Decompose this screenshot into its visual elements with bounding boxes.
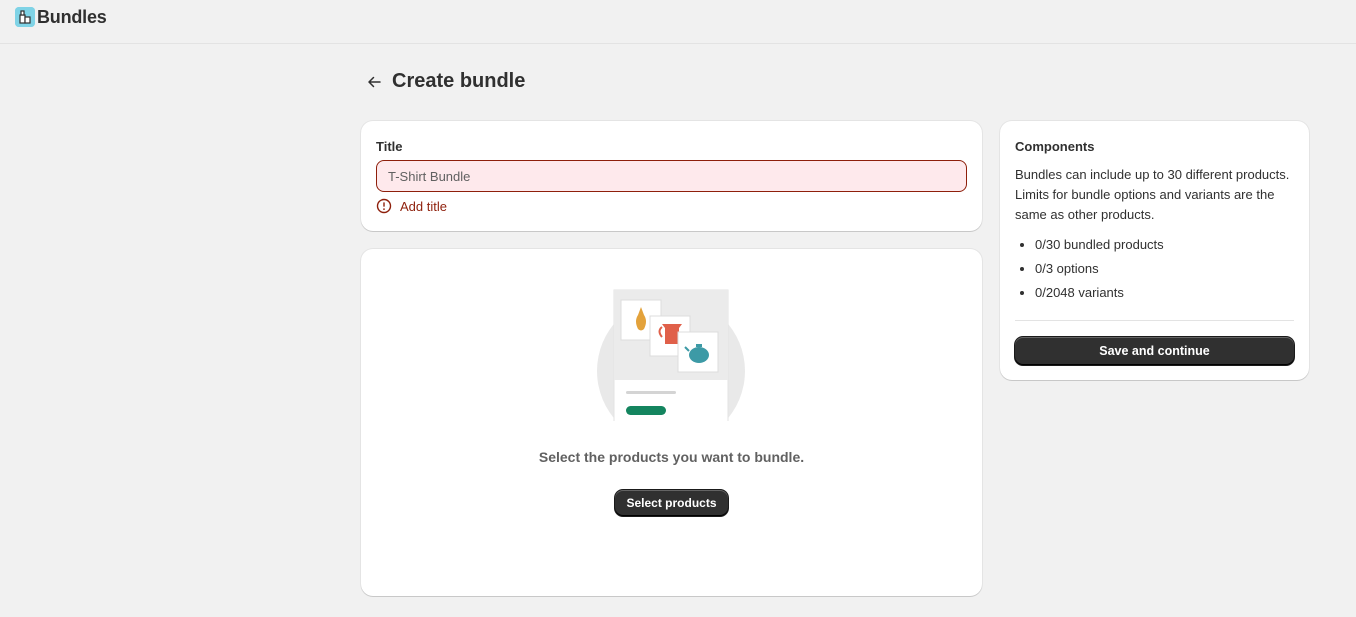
top-bar: Bundles xyxy=(0,0,1356,44)
bundle-products-illustration xyxy=(597,289,745,421)
title-card: Title Add title xyxy=(361,121,982,231)
app-name: Bundles xyxy=(37,7,107,27)
limit-variants: 0/2048 variants xyxy=(1035,281,1164,305)
bundles-app-icon xyxy=(15,7,35,27)
select-products-button[interactable]: Select products xyxy=(615,490,728,516)
limit-bundled-products: 0/30 bundled products xyxy=(1035,233,1164,257)
title-error: Add title xyxy=(376,198,447,214)
arrow-left-icon xyxy=(368,76,381,88)
title-label: Title xyxy=(376,139,403,154)
components-card: Components Bundles can include up to 30 … xyxy=(1000,121,1309,380)
limit-options: 0/3 options xyxy=(1035,257,1164,281)
back-button[interactable] xyxy=(362,70,386,94)
divider xyxy=(1015,320,1294,321)
components-description: Bundles can include up to 30 different p… xyxy=(1015,167,1290,222)
products-card: Select the products you want to bundle. … xyxy=(361,249,982,596)
page-title: Create bundle xyxy=(392,70,526,92)
title-error-text: Add title xyxy=(400,198,447,214)
empty-state-text: Select the products you want to bundle. xyxy=(538,449,805,465)
save-and-continue-button[interactable]: Save and continue xyxy=(1015,337,1294,365)
alert-circle-icon xyxy=(376,198,392,214)
components-title: Components xyxy=(1015,139,1095,154)
title-input[interactable] xyxy=(376,160,967,192)
components-limits-list: 0/30 bundled products 0/3 options 0/2048… xyxy=(1035,233,1164,305)
